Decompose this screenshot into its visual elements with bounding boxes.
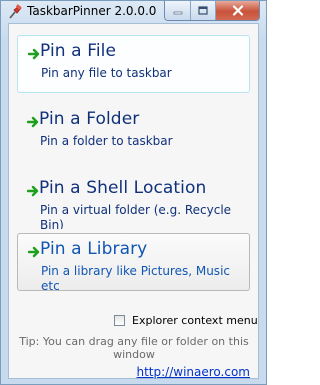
title-bar[interactable]: TaskbarPinner 2.0.0.0 [1, 1, 266, 23]
close-button[interactable] [216, 1, 259, 20]
command-title: Pin a Shell Location [39, 178, 207, 198]
command-panel: Pin a File Pin any file to taskbar Pin a… [8, 23, 259, 379]
explorer-context-menu-option[interactable]: Explorer context menu [114, 312, 258, 328]
description-clip: Pin a virtual folder (e.g. Recycle Bin) [40, 203, 245, 229]
window-title: TaskbarPinner 2.0.0.0 [27, 4, 157, 18]
minimize-icon [173, 11, 182, 14]
command-description: Pin any file to taskbar [41, 66, 172, 80]
command-description: Pin a folder to taskbar [40, 134, 173, 148]
command-description: Pin a virtual folder (e.g. Recycle Bin) [40, 203, 232, 229]
command-description: Pin a library like Pictures, Music etc [41, 264, 230, 290]
pin-library-command[interactable]: Pin a Library Pin a library like Picture… [17, 233, 250, 291]
command-title: Pin a Library [40, 239, 148, 259]
pin-folder-command[interactable]: Pin a Folder Pin a folder to taskbar [17, 104, 250, 162]
minimize-button[interactable] [165, 1, 191, 20]
tip-text: Tip: You can drag any file or folder on … [19, 335, 249, 361]
pin-file-command[interactable]: Pin a File Pin any file to taskbar [17, 35, 250, 93]
app-window: TaskbarPinner 2.0.0.0 Pin a File Pin any… [0, 0, 267, 385]
description-clip: Pin a library like Pictures, Music etc [41, 264, 246, 290]
close-icon [232, 5, 243, 16]
maximize-icon [198, 5, 208, 15]
window-controls [164, 1, 260, 21]
maximize-button[interactable] [191, 1, 216, 20]
website-link[interactable]: http://winaero.com [137, 365, 251, 379]
pushpin-icon [9, 4, 22, 19]
command-title: Pin a Folder [39, 109, 140, 129]
pin-shell-location-command[interactable]: Pin a Shell Location Pin a virtual folde… [17, 173, 250, 231]
command-title: Pin a File [40, 41, 117, 61]
explorer-context-menu-checkbox[interactable] [114, 314, 125, 326]
checkbox-label: Explorer context menu [132, 313, 258, 327]
